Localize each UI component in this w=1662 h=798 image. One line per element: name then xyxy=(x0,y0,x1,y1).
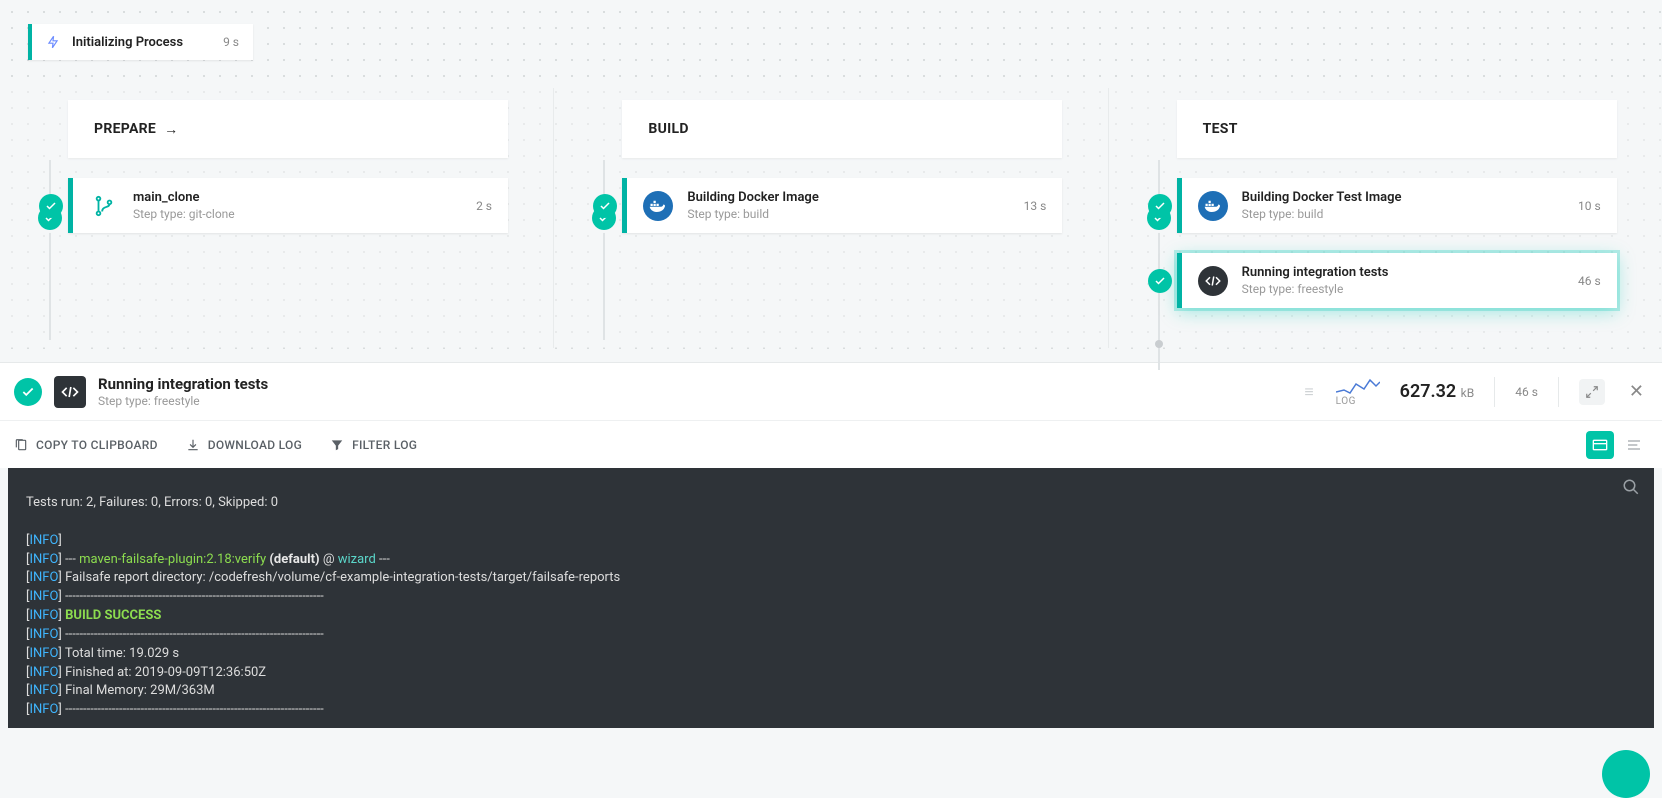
log-line: [INFO] Total time: 19.029 s xyxy=(26,645,1636,664)
step-card-integration-tests[interactable]: Running integration tests Step type: fre… xyxy=(1177,253,1617,308)
log-line: [INFO] xyxy=(26,532,1636,551)
log-line: [INFO] Failsafe report directory: /codef… xyxy=(26,569,1636,588)
initializing-duration: 9 s xyxy=(223,35,239,49)
git-branch-icon xyxy=(89,191,119,221)
check-icon xyxy=(39,194,63,218)
log-label: LOG xyxy=(1336,396,1380,407)
stage-header[interactable]: PREPARE → xyxy=(68,100,508,158)
download-log-button[interactable]: DOWNLOAD LOG xyxy=(186,438,302,452)
step-card-build-image[interactable]: Building Docker Image Step type: build 1… xyxy=(622,178,1062,233)
log-line: [INFO] ---------------------------------… xyxy=(26,588,1636,607)
step-title: main_clone xyxy=(133,190,468,205)
log-metrics: LOG 627.32 kB 46 s ✕ xyxy=(1336,376,1648,407)
check-icon xyxy=(1148,194,1172,218)
end-dot xyxy=(1155,340,1163,348)
step-subtitle: Step type: build xyxy=(1242,207,1570,221)
docker-icon xyxy=(643,191,673,221)
floating-action-button[interactable] xyxy=(1602,750,1650,798)
filter-log-button[interactable]: FILTER LOG xyxy=(330,438,417,452)
log-line: [INFO] ---------------------------------… xyxy=(26,701,1636,720)
stage-line xyxy=(49,160,51,340)
stage-build: BUILD Building Docker Image Step type: b… xyxy=(553,88,1107,348)
expand-button[interactable] xyxy=(1579,379,1605,405)
step-card-main-clone[interactable]: main_clone Step type: git-clone 2 s xyxy=(68,178,508,233)
log-line: [INFO] ---------------------------------… xyxy=(26,626,1636,645)
step-subtitle: Step type: git-clone xyxy=(133,207,468,221)
copy-to-clipboard-button[interactable]: COPY TO CLIPBOARD xyxy=(14,438,158,452)
download-icon xyxy=(186,438,200,452)
step-duration: 46 s xyxy=(1578,274,1601,288)
stage-name: TEST xyxy=(1203,121,1238,137)
step-subtitle: Step type: freestyle xyxy=(1242,282,1570,296)
stage-header[interactable]: BUILD xyxy=(622,100,1062,158)
search-log-button[interactable] xyxy=(1622,478,1640,496)
initializing-title: Initializing Process xyxy=(72,35,223,50)
log-line: Tests run: 2, Failures: 0, Errors: 0, Sk… xyxy=(26,494,1636,513)
pipeline-canvas: Initializing Process 9 s PREPARE → xyxy=(0,0,1662,362)
log-toolbar: COPY TO CLIPBOARD DOWNLOAD LOG FILTER LO… xyxy=(0,420,1662,468)
drag-handle-icon[interactable]: ≡ xyxy=(1304,382,1315,402)
docker-icon xyxy=(1198,191,1228,221)
close-button[interactable]: ✕ xyxy=(1625,377,1648,406)
log-line: [INFO] Finished at: 2019-09-09T12:36:50Z xyxy=(26,664,1636,683)
step-title: Building Docker Image xyxy=(687,190,1015,205)
stage-test: TEST Building Docker Test Image Step typ… xyxy=(1108,88,1662,348)
step-duration: 13 s xyxy=(1024,199,1047,213)
log-line: [INFO] BUILD SUCCESS xyxy=(26,607,1636,626)
step-duration: 2 s xyxy=(476,199,492,213)
stage-prepare: PREPARE → main_clone Step type: git-clon… xyxy=(0,88,553,348)
stage-name: PREPARE xyxy=(94,121,156,137)
detail-title: Running integration tests xyxy=(98,375,1284,393)
clipboard-icon xyxy=(14,438,28,452)
detail-subtitle: Step type: freestyle xyxy=(98,394,1284,408)
detail-duration: 46 s xyxy=(1515,385,1538,399)
sparkline-icon xyxy=(1336,376,1380,396)
step-title: Building Docker Test Image xyxy=(1242,190,1570,205)
check-icon xyxy=(593,194,617,218)
divider xyxy=(1494,377,1495,407)
log-console[interactable]: Tests run: 2, Failures: 0, Errors: 0, Sk… xyxy=(8,468,1654,728)
step-card-build-test-image[interactable]: Building Docker Test Image Step type: bu… xyxy=(1177,178,1617,233)
step-subtitle: Step type: build xyxy=(687,207,1015,221)
view-raw-button[interactable] xyxy=(1620,431,1648,459)
log-size: 627.32 kB xyxy=(1400,381,1475,402)
detail-header: Running integration tests Step type: fre… xyxy=(0,362,1662,420)
code-icon xyxy=(1198,266,1228,296)
log-line: [INFO] Final Memory: 29M/363M xyxy=(26,682,1636,701)
log-line: [INFO] --- maven-failsafe-plugin:2.18:ve… xyxy=(26,551,1636,570)
stages-row: PREPARE → main_clone Step type: git-clon… xyxy=(0,88,1662,348)
code-icon xyxy=(54,376,86,408)
initializing-card[interactable]: Initializing Process 9 s xyxy=(28,24,253,60)
check-icon xyxy=(1148,269,1172,293)
view-formatted-button[interactable] xyxy=(1586,431,1614,459)
step-title: Running integration tests xyxy=(1242,265,1570,280)
divider xyxy=(1558,377,1559,407)
filter-icon xyxy=(330,438,344,452)
step-duration: 10 s xyxy=(1578,199,1601,213)
bolt-icon xyxy=(46,34,60,50)
stage-name: BUILD xyxy=(648,121,688,137)
stage-line xyxy=(1158,160,1160,370)
stage-header[interactable]: TEST xyxy=(1177,100,1617,158)
check-icon xyxy=(14,378,42,406)
stage-line xyxy=(603,160,605,340)
arrow-right-icon: → xyxy=(164,121,178,138)
